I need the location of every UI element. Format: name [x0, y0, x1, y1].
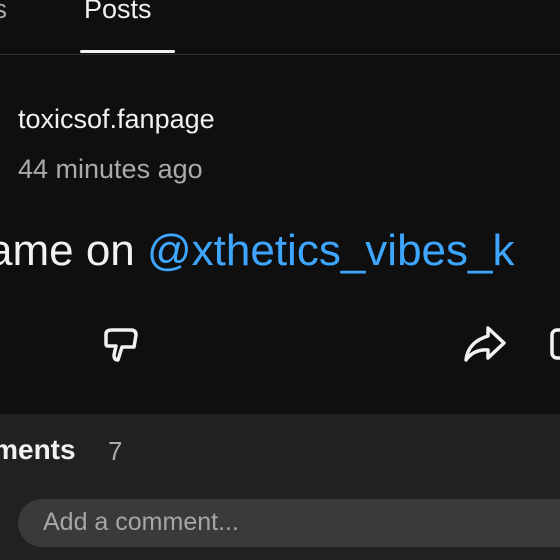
add-comment-input[interactable]: Add a comment... — [18, 499, 560, 547]
post-timestamp: 44 minutes ago — [18, 154, 203, 184]
share-icon — [464, 326, 506, 362]
thumbs-down-icon — [104, 328, 138, 362]
tab-previous[interactable]: ts — [0, 0, 7, 25]
mention-link[interactable]: @xthetics_vibes_k — [147, 226, 515, 275]
channel-name[interactable]: toxicsof.fanpage — [18, 104, 215, 135]
comment-placeholder: Add a comment... — [43, 508, 239, 536]
tab-posts[interactable]: Posts — [84, 0, 152, 25]
comments-heading: nments — [0, 434, 76, 465]
comment-button[interactable] — [546, 322, 560, 366]
post-text-prefix: ame on — [0, 226, 147, 275]
comments-panel[interactable]: nments 7 Add a comment... — [0, 414, 560, 560]
share-button[interactable] — [460, 322, 506, 366]
comments-count: 7 — [108, 436, 123, 466]
post-page: ts Posts toxicsof.fanpage 44 minutes ago… — [0, 0, 560, 560]
active-tab-indicator — [80, 50, 175, 53]
channel-tabs: ts Posts — [0, 0, 560, 55]
dislike-button[interactable] — [100, 322, 144, 366]
comment-icon — [550, 328, 560, 360]
post-text: ame on @xthetics_vibes_k — [0, 226, 514, 276]
